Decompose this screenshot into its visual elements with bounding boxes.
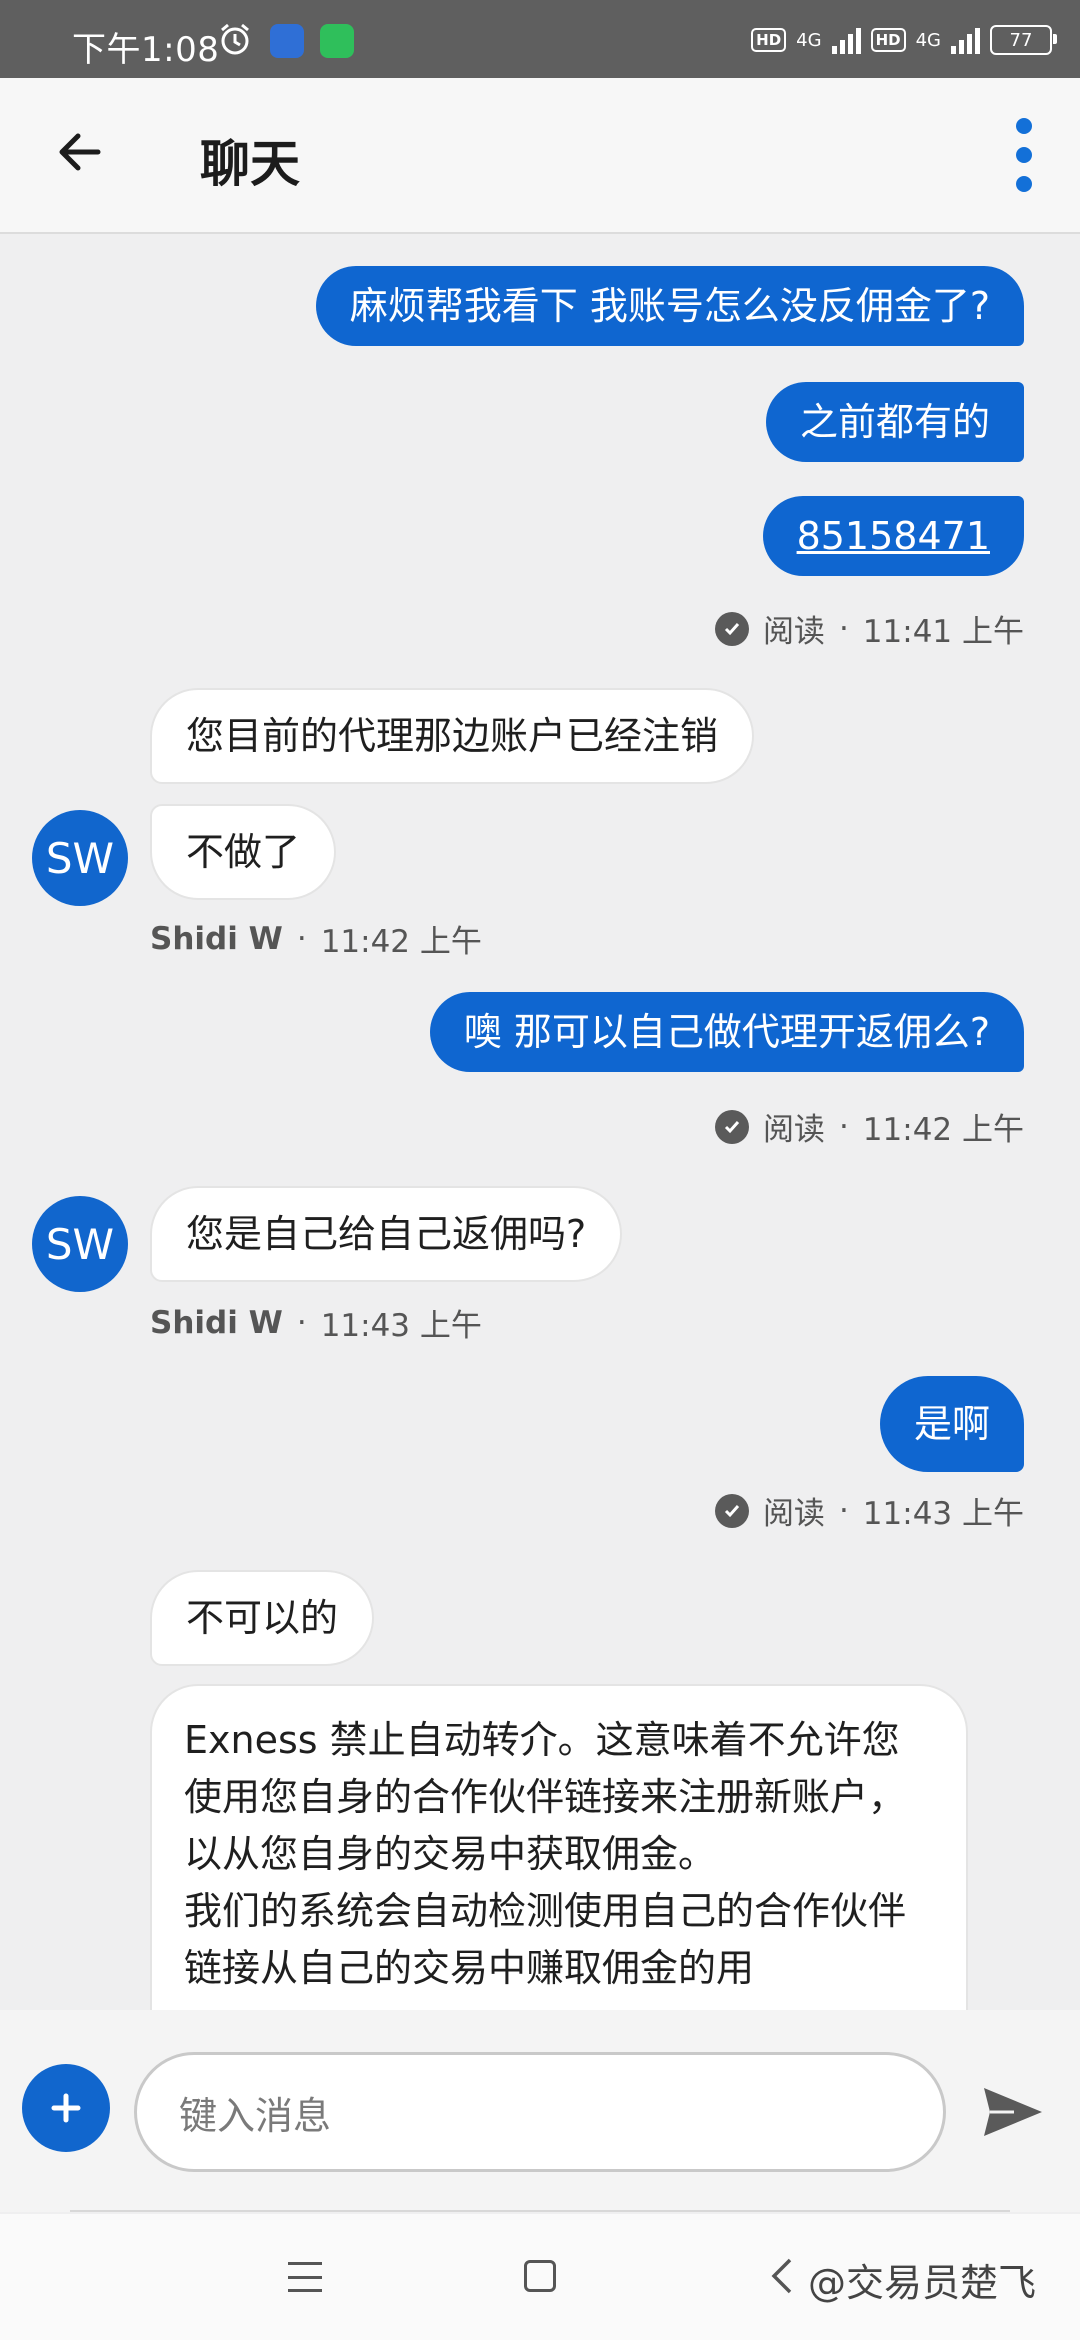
incoming-message-long[interactable]: Exness 禁止自动转介。这意味着不允许您使用您自身的合作伙伴链接来注册新账户… <box>150 1684 968 2010</box>
status-bar: 下午1:08 HD 4G HD 4G 77 <box>0 0 1080 78</box>
alarm-icon <box>216 22 254 58</box>
read-receipt: 阅读 · 11:43 上午 <box>714 1488 1024 1533</box>
outgoing-message[interactable]: 麻烦帮我看下 我账号怎么没反佣金了? <box>315 266 1024 346</box>
avatar[interactable]: SW <box>32 810 128 906</box>
home-icon[interactable] <box>524 2260 556 2292</box>
battery-level: 77 <box>1009 29 1033 51</box>
outgoing-message[interactable]: 是啊 <box>879 1376 1024 1472</box>
incoming-message[interactable]: 不可以的 <box>150 1570 375 1666</box>
app-notification-icon <box>270 24 304 58</box>
avatar[interactable]: SW <box>32 1196 128 1292</box>
battery-icon: 77 <box>990 25 1057 55</box>
read-receipt: 阅读 · 11:41 上午 <box>714 606 1024 651</box>
watermark: @交易员楚飞 <box>808 2261 1037 2305</box>
network-type-2: 4G <box>915 29 941 51</box>
arrow-left-icon[interactable] <box>50 122 110 182</box>
send-icon[interactable] <box>980 2082 1046 2142</box>
incoming-message[interactable]: 您目前的代理那边账户已经注销 <box>150 688 755 784</box>
check-circle-icon <box>714 1109 749 1144</box>
signal-icon <box>831 26 861 54</box>
plus-icon[interactable] <box>22 2064 110 2152</box>
message-composer: 键入消息 <box>0 2010 1080 2212</box>
incoming-message[interactable]: 您是自己给自己返佣吗? <box>150 1186 623 1282</box>
outgoing-message[interactable]: 之前都有的 <box>765 382 1024 462</box>
network-type: 4G <box>796 29 822 51</box>
read-receipt: 阅读 · 11:42 上午 <box>714 1104 1024 1149</box>
hd-badge-2: HD <box>870 28 906 52</box>
more-vertical-icon[interactable] <box>1012 118 1036 192</box>
outgoing-message[interactable]: 噢 那可以自己做代理开返佣么? <box>429 992 1024 1072</box>
check-circle-icon <box>714 1493 749 1528</box>
chat-thread[interactable]: 麻烦帮我看下 我账号怎么没反佣金了? 之前都有的 85158471 阅读 · 1… <box>0 232 1080 2010</box>
message-input[interactable]: 键入消息 <box>134 2052 946 2172</box>
system-nav-bar: @交易员楚飞 <box>0 2214 1080 2340</box>
status-indicators: HD 4G HD 4G 77 <box>751 20 1057 60</box>
hd-badge: HD <box>751 28 787 52</box>
menu-icon[interactable] <box>288 2262 322 2292</box>
account-number-link[interactable]: 85158471 <box>762 496 1024 576</box>
incoming-message[interactable]: 不做了 <box>150 804 337 900</box>
divider <box>70 2210 1010 2212</box>
message-sender-info: Shidi W · 11:43 上午 <box>150 1304 482 1345</box>
app-notification-icon-2 <box>320 24 354 58</box>
page-title: 聊天 <box>200 135 300 193</box>
message-input-placeholder: 键入消息 <box>179 2093 332 2138</box>
status-time: 下午1:08 <box>72 30 220 70</box>
message-sender-info: Shidi W · 11:42 上午 <box>150 920 482 961</box>
back-icon[interactable] <box>768 2256 796 2296</box>
signal-icon-2 <box>951 26 980 54</box>
check-circle-icon <box>714 611 749 646</box>
chat-header: 聊天 <box>0 78 1080 234</box>
